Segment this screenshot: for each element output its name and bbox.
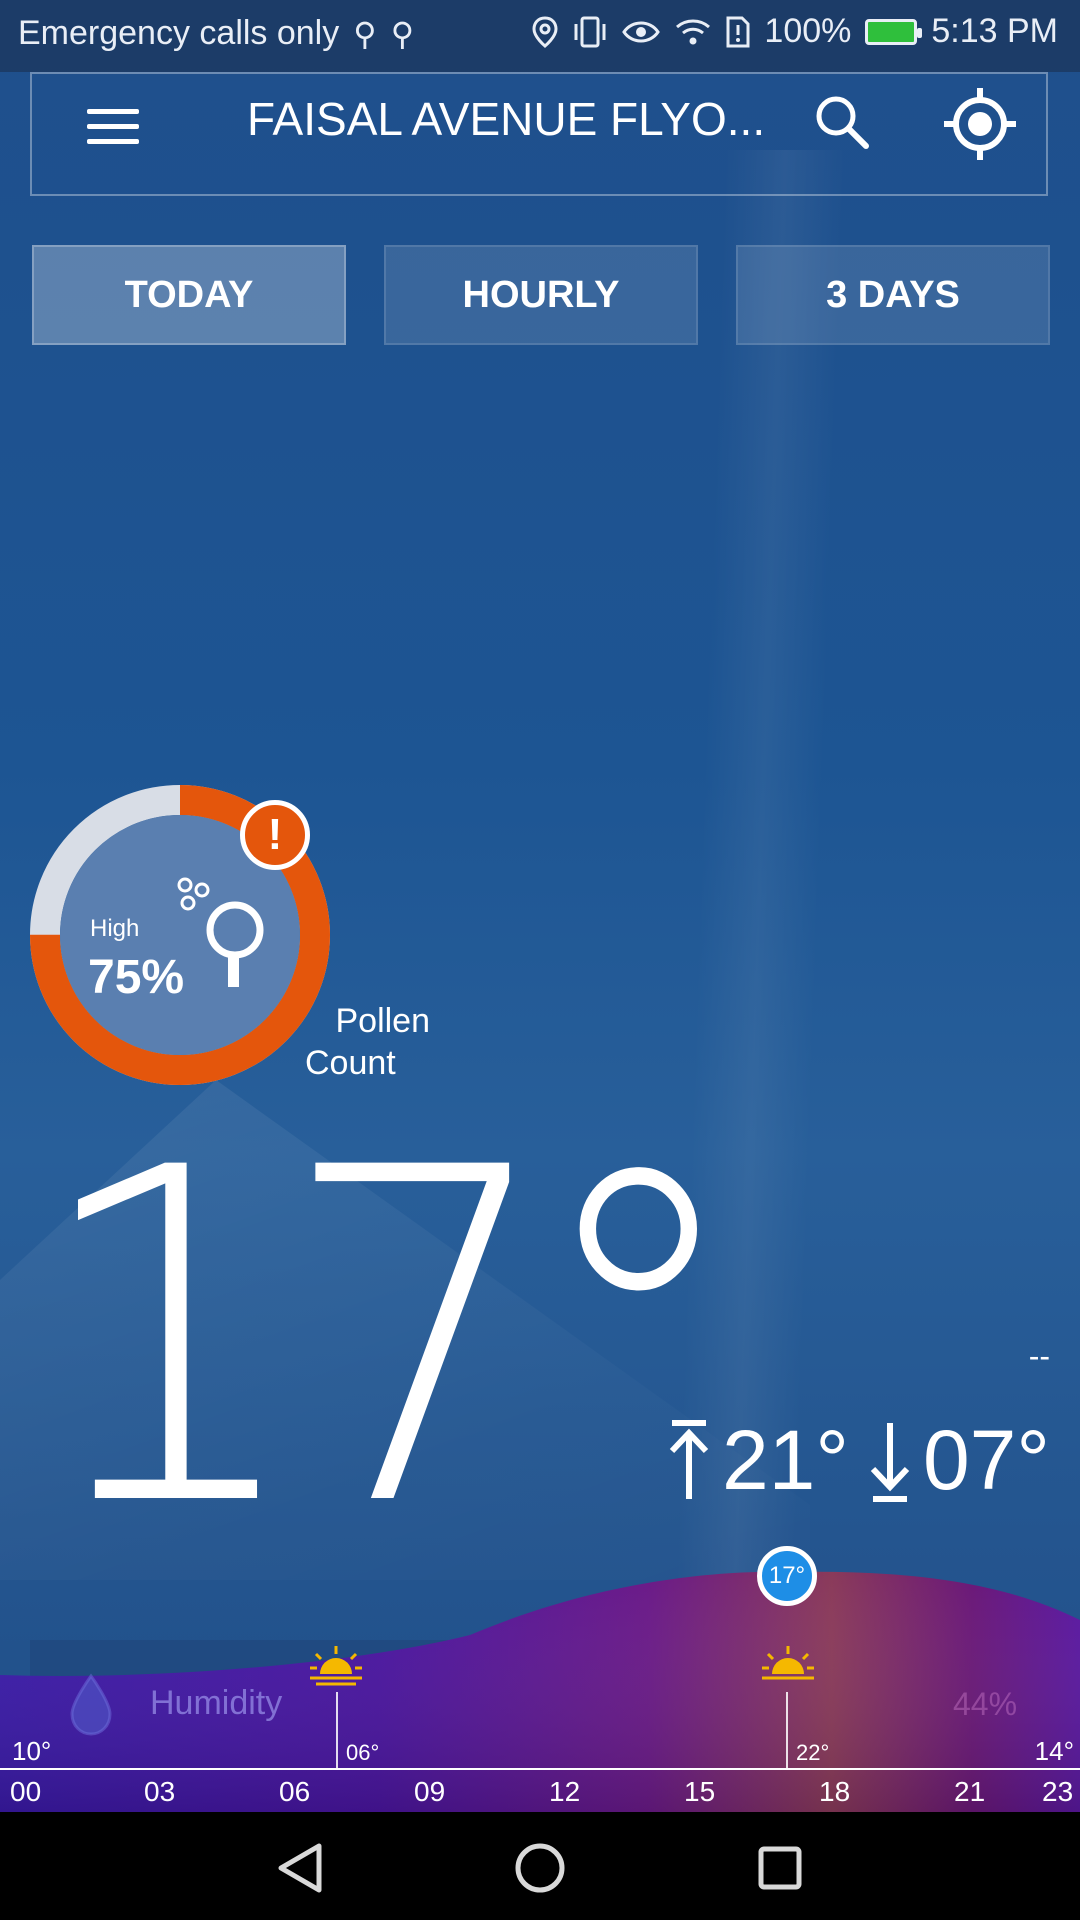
recent-apps-icon[interactable] bbox=[758, 1846, 802, 1890]
sunset-temp-label: 22° bbox=[796, 1740, 830, 1765]
low-arrow-icon bbox=[867, 1419, 913, 1503]
my-location-icon bbox=[944, 88, 1016, 160]
max-temp-label: 14° bbox=[1034, 1736, 1074, 1766]
battery-icon bbox=[865, 18, 923, 45]
pollen-gauge[interactable]: High 75% ! bbox=[30, 785, 330, 1085]
hour-label: 09 bbox=[414, 1776, 446, 1807]
vibrate-icon bbox=[574, 16, 606, 47]
sim-alert-icon bbox=[726, 16, 750, 47]
forecast-tabs: TODAY HOURLY 3 DAYS bbox=[32, 245, 1050, 345]
current-temperature: 17° bbox=[30, 1072, 748, 1607]
humidity-label: Humidity bbox=[150, 1684, 283, 1722]
sunset-icon bbox=[762, 1646, 814, 1680]
carrier-text: Emergency calls only bbox=[18, 14, 340, 52]
usb-icon: ⚲ bbox=[353, 15, 377, 52]
hour-label: 03 bbox=[144, 1776, 176, 1807]
battery-percent: 100% bbox=[764, 12, 852, 50]
status-right: 100% 5:13 PM bbox=[532, 12, 1058, 51]
app-bar: FAISAL AVENUE FLYO... bbox=[30, 72, 1048, 196]
tab-today[interactable]: TODAY bbox=[32, 245, 346, 345]
hour-label: 06 bbox=[279, 1776, 311, 1807]
pollen-level: High bbox=[90, 915, 140, 942]
back-icon[interactable] bbox=[275, 1842, 325, 1894]
sunrise-icon bbox=[310, 1646, 362, 1686]
hour-label: 00 bbox=[10, 1776, 42, 1807]
humidity-value: 44% bbox=[953, 1686, 1018, 1722]
sunrise-line bbox=[336, 1692, 338, 1768]
location-icon bbox=[532, 15, 558, 48]
system-navigation-bar bbox=[0, 1812, 1080, 1920]
hour-label: 18 bbox=[819, 1776, 851, 1807]
search-icon bbox=[816, 96, 869, 149]
min-temp-label: 10° bbox=[12, 1736, 52, 1766]
alert-icon: ! bbox=[240, 800, 310, 870]
day-temperature-chart[interactable] bbox=[0, 1540, 1080, 1812]
eye-comfort-icon bbox=[622, 21, 661, 42]
humidity-icon bbox=[70, 1673, 112, 1736]
menu-icon-line bbox=[87, 123, 139, 129]
timeline-axis bbox=[0, 1768, 1080, 1770]
hour-labels: 00 03 06 09 12 15 18 21 23 bbox=[0, 1776, 1080, 1812]
tab-3-days[interactable]: 3 DAYS bbox=[736, 245, 1050, 345]
menu-icon-line bbox=[87, 138, 139, 144]
sunset-line bbox=[786, 1692, 788, 1768]
location-title[interactable]: FAISAL AVENUE FLYO... bbox=[247, 92, 787, 146]
hour-label: 21 bbox=[954, 1776, 986, 1807]
pollen-label-line1: Pollen bbox=[335, 1002, 430, 1040]
low-temperature: 07° bbox=[922, 1413, 1050, 1507]
home-icon[interactable] bbox=[514, 1842, 566, 1894]
usb-icon-2: ⚲ bbox=[390, 15, 415, 52]
tab-hourly[interactable]: HOURLY bbox=[384, 245, 698, 345]
menu-icon bbox=[87, 108, 139, 114]
high-arrow-icon bbox=[666, 1419, 712, 1503]
menu-button[interactable] bbox=[87, 96, 147, 156]
high-temperature: 21° bbox=[721, 1413, 849, 1507]
search-button[interactable] bbox=[812, 92, 872, 152]
status-left: Emergency calls only ⚲ ⚲ bbox=[18, 14, 414, 53]
feels-like-placeholder: -- bbox=[1028, 1338, 1050, 1374]
sunrise-temp-label: 06° bbox=[346, 1740, 380, 1765]
hour-label: 15 bbox=[684, 1776, 716, 1807]
status-bar: Emergency calls only ⚲ ⚲ 100% 5:13 PM bbox=[0, 0, 1080, 72]
hour-label: 12 bbox=[549, 1776, 581, 1807]
current-temp-marker: 17° bbox=[757, 1546, 817, 1606]
my-location-button[interactable] bbox=[942, 86, 1018, 162]
pollen-percent: 75% bbox=[88, 951, 185, 1004]
clock: 5:13 PM bbox=[931, 12, 1058, 50]
wifi-icon bbox=[676, 19, 711, 44]
hour-label: 23 bbox=[1042, 1776, 1074, 1807]
high-low: 21° 07° bbox=[666, 1412, 1050, 1509]
